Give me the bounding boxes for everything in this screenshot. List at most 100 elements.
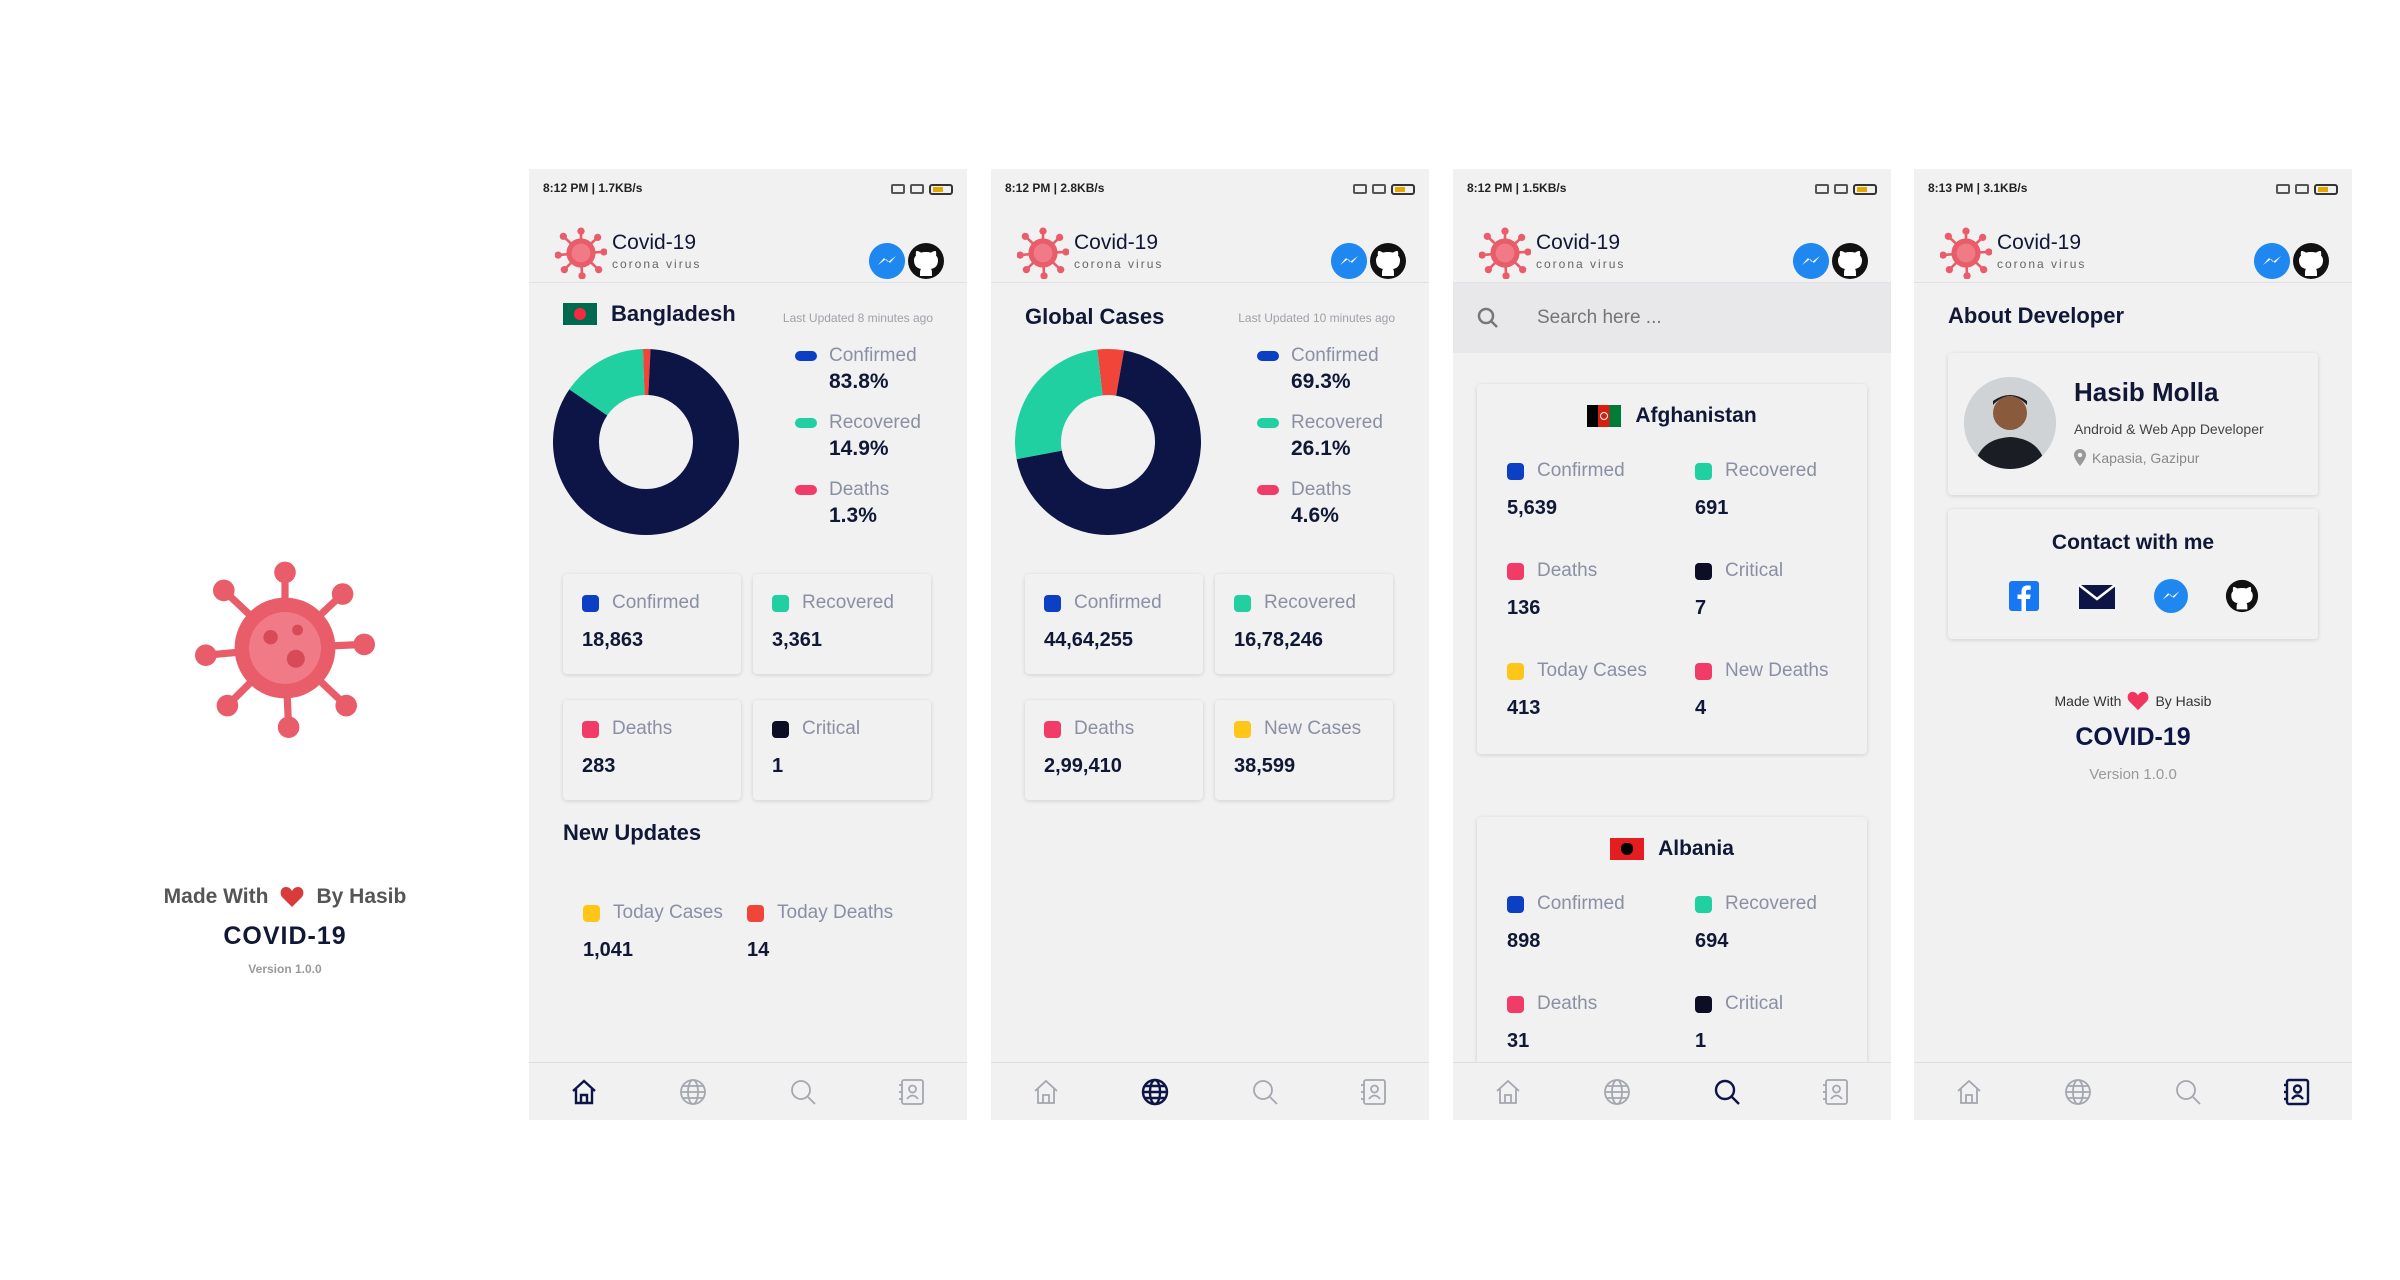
nav-globe-icon[interactable] bbox=[1601, 1076, 1633, 1108]
app-title: Covid-19 bbox=[1536, 231, 1621, 254]
nav-globe-icon[interactable] bbox=[677, 1076, 709, 1108]
bottom-nav bbox=[991, 1062, 1429, 1120]
country-name: Bangladesh bbox=[611, 301, 736, 326]
legend-item-recovered: Recovered 14.9% bbox=[795, 412, 921, 461]
nav-globe-icon[interactable] bbox=[1139, 1076, 1171, 1108]
app-title: Covid-19 bbox=[1074, 231, 1159, 254]
app-bar: Covid-19 corona virus bbox=[1914, 209, 2352, 283]
stat-dot bbox=[1695, 995, 1712, 1013]
contact-book-icon bbox=[1823, 1078, 1849, 1105]
nav-search-icon[interactable] bbox=[1249, 1076, 1281, 1108]
stat-value: 7 bbox=[1695, 597, 1707, 619]
made-with-credit: Made With By Hasib bbox=[0, 885, 570, 909]
country-header: Bangladesh bbox=[563, 301, 736, 327]
stat-label: Today Cases bbox=[583, 902, 723, 924]
stat-label-text: Deaths bbox=[1537, 560, 1598, 581]
legend-label: Deaths bbox=[1257, 479, 1383, 501]
about-developer-title: About Developer bbox=[1948, 303, 2125, 328]
legend-label-text: Recovered bbox=[829, 412, 921, 433]
github-icon[interactable] bbox=[907, 242, 945, 280]
footer-version: Version 1.0.0 bbox=[2089, 766, 2177, 783]
virus-logo-icon bbox=[1479, 227, 1531, 279]
stat-label: Critical bbox=[1695, 993, 1783, 1015]
status-bar: 8:12 PM | 2.8KB/s bbox=[991, 169, 1429, 209]
stat-card-recovered: Recovered 16,78,246 bbox=[1215, 574, 1393, 674]
stat-label: New Cases bbox=[1234, 718, 1361, 740]
country-stat-new-deaths: New Deaths 4 bbox=[1695, 660, 1829, 720]
heart-icon bbox=[281, 887, 304, 907]
virus-logo-icon bbox=[1940, 227, 1992, 279]
github-icon[interactable] bbox=[1369, 242, 1407, 280]
status-time: 8:12 PM | 1.5KB/s bbox=[1467, 181, 1567, 195]
legend-swatch bbox=[1257, 485, 1279, 495]
legend-swatch bbox=[1257, 418, 1279, 428]
location-pin-icon bbox=[2074, 449, 2086, 466]
messenger-icon[interactable] bbox=[2254, 243, 2290, 279]
nav-search-icon[interactable] bbox=[787, 1076, 819, 1108]
home-icon bbox=[1957, 1079, 1981, 1104]
stat-dot bbox=[1695, 562, 1712, 580]
developer-role: Android & Web App Developer bbox=[2074, 421, 2264, 437]
nav-contact-book-icon[interactable] bbox=[2281, 1076, 2313, 1108]
github-icon[interactable] bbox=[1831, 242, 1869, 280]
github-icon[interactable] bbox=[2225, 579, 2259, 613]
nav-home-icon[interactable] bbox=[1492, 1076, 1524, 1108]
nav-contact-book-icon[interactable] bbox=[1358, 1076, 1390, 1108]
splash-version: Version 1.0.0 bbox=[248, 962, 322, 976]
nav-globe-icon[interactable] bbox=[2062, 1076, 2094, 1108]
home-icon bbox=[571, 1078, 596, 1104]
search-icon bbox=[1477, 307, 1498, 328]
donut-slice-recovered bbox=[569, 349, 646, 417]
signal-icon bbox=[1834, 184, 1848, 194]
virus-logo-icon bbox=[555, 227, 607, 279]
update-stat-today-cases: Today Cases 1,041 bbox=[583, 902, 723, 962]
stat-dot bbox=[772, 594, 789, 612]
nav-home-icon[interactable] bbox=[1030, 1076, 1062, 1108]
mail-icon[interactable] bbox=[2078, 579, 2117, 613]
virus-logo-icon bbox=[195, 561, 375, 738]
stat-dot bbox=[747, 904, 764, 922]
nav-home-icon[interactable] bbox=[568, 1076, 600, 1108]
app-bar: Covid-19 corona virus bbox=[991, 209, 1429, 283]
country-stat-recovered: Recovered 691 bbox=[1695, 460, 1817, 520]
country-card-afghanistan[interactable]: Afghanistan Confirmed 5,639 Recovered 691 Dea… bbox=[1477, 384, 1867, 754]
albania-flag-icon bbox=[1610, 838, 1645, 861]
country-stat-today-cases: Today Cases 413 bbox=[1507, 660, 1647, 720]
stat-dot bbox=[1507, 562, 1524, 580]
nav-home-icon[interactable] bbox=[1953, 1076, 1985, 1108]
status-time: 8:12 PM | 2.8KB/s bbox=[1005, 181, 1105, 195]
stat-value: 3,361 bbox=[772, 629, 823, 651]
by-author-label: By Hasib bbox=[316, 885, 407, 908]
stat-value: 5,639 bbox=[1507, 497, 1558, 519]
stat-label: Confirmed bbox=[1507, 893, 1625, 915]
legend-label: Confirmed bbox=[795, 345, 921, 367]
status-bar: 8:13 PM | 3.1KB/s bbox=[1914, 169, 2352, 209]
facebook-icon[interactable] bbox=[2007, 579, 2041, 613]
messenger-icon[interactable] bbox=[1331, 243, 1367, 279]
github-icon[interactable] bbox=[2292, 242, 2330, 280]
app-subtitle: corona virus bbox=[612, 257, 702, 271]
messenger-icon[interactable] bbox=[2153, 579, 2188, 613]
stat-value: 694 bbox=[1695, 930, 1729, 952]
nav-contact-book-icon[interactable] bbox=[1820, 1076, 1852, 1108]
signal-icon bbox=[910, 184, 924, 194]
country-name: Albania bbox=[1658, 837, 1734, 860]
search-input[interactable] bbox=[1537, 303, 1857, 333]
contact-book-icon bbox=[899, 1078, 925, 1105]
donut-slice-recovered bbox=[1015, 349, 1104, 460]
country-name: Afghanistan bbox=[1635, 404, 1757, 427]
legend-swatch bbox=[795, 485, 817, 495]
stat-label: Deaths bbox=[1507, 993, 1597, 1015]
stat-label-text: New Deaths bbox=[1725, 660, 1829, 681]
stat-value: 1 bbox=[772, 755, 784, 777]
update-stat-today-deaths: Today Deaths 14 bbox=[747, 902, 893, 962]
nav-contact-book-icon[interactable] bbox=[896, 1076, 928, 1108]
stat-label: Recovered bbox=[1234, 592, 1356, 614]
phone-screen-about: 8:13 PM | 3.1KB/s Covid-19 corona virus … bbox=[1914, 169, 2352, 1120]
donut-chart bbox=[1015, 349, 1201, 535]
nav-search-icon[interactable] bbox=[1711, 1076, 1743, 1108]
messenger-icon[interactable] bbox=[869, 243, 905, 279]
country-title: Albania bbox=[1477, 837, 1867, 861]
nav-search-icon[interactable] bbox=[2172, 1076, 2204, 1108]
messenger-icon[interactable] bbox=[1793, 243, 1829, 279]
